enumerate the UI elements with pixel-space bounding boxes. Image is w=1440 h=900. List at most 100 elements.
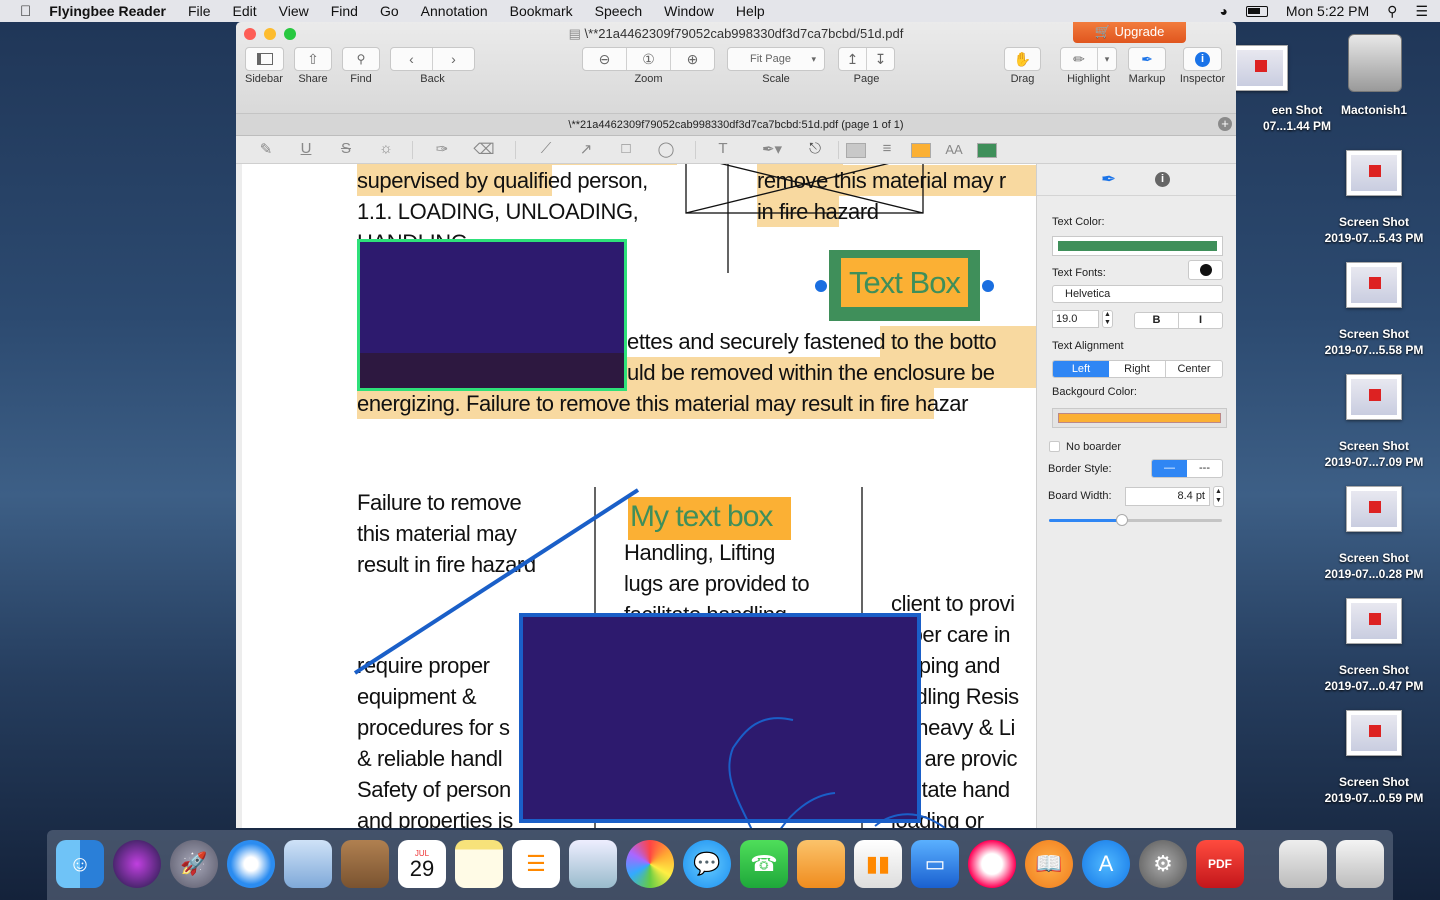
screenshot-file-icon[interactable] (1346, 150, 1402, 196)
highlight-menu-button[interactable]: ▾ (1098, 48, 1116, 70)
slider-knob[interactable] (1115, 514, 1128, 526)
back-button[interactable]: ‹ (391, 48, 433, 70)
tab-info-icon[interactable]: i (1155, 172, 1170, 187)
bold-button[interactable]: B (1135, 313, 1179, 328)
clock[interactable]: Mon 5:22 PM (1286, 3, 1369, 19)
stamp-icon[interactable]: ⎋ (804, 140, 826, 157)
dock-finder-icon[interactable]: ☺ (56, 840, 104, 888)
screenshot-file-label[interactable]: Screen Shot 2019-07...7.09 PM (1304, 438, 1440, 470)
hard-drive-icon[interactable] (1348, 34, 1402, 92)
background-color-well[interactable] (1052, 408, 1227, 428)
screenshot-file-label[interactable]: Screen Shot 2019-07...5.43 PM (1304, 214, 1440, 246)
dock-ibooks-icon[interactable]: 📖 (1025, 840, 1073, 888)
battery-icon[interactable] (1245, 5, 1268, 17)
menu-app[interactable]: Flyingbee Reader (49, 3, 166, 19)
dock-system-preferences-icon[interactable]: ⚙ (1139, 840, 1187, 888)
screenshot-file-icon[interactable] (1346, 262, 1402, 308)
dashed-border-button[interactable]: --- (1187, 460, 1222, 477)
ellipse-icon[interactable]: ◯ (655, 140, 677, 158)
previous-page-button[interactable]: ↥ (839, 48, 867, 70)
font-size-stepper[interactable]: ▲ ▼ (1102, 310, 1113, 328)
document-view[interactable]: RECOMMENDATIONS Resistorssupervised by q… (236, 164, 1036, 828)
actual-size-button[interactable]: ① (627, 48, 671, 70)
no-border-checkbox[interactable] (1049, 441, 1060, 452)
screenshot-file-label[interactable]: Screen Shot 2019-07...0.47 PM (1304, 662, 1440, 694)
dock-keynote-icon[interactable]: ▭ (911, 840, 959, 888)
dock-calendar-icon[interactable]: JUL 29 (398, 840, 446, 888)
wifi-icon[interactable]: ◕ (1219, 3, 1227, 19)
drive-label[interactable]: Mactonish1 (1304, 102, 1440, 118)
dock-preview-icon[interactable] (569, 840, 617, 888)
notification-center-icon[interactable]: ☰ (1415, 3, 1428, 20)
screenshot-file-label[interactable]: Screen Shot 2019-07...5.58 PM (1304, 326, 1440, 358)
tab-properties-brush-icon[interactable]: ✒ (1101, 169, 1116, 190)
font-size-field[interactable]: 19.0 (1052, 310, 1099, 328)
align-center-button[interactable]: Center (1166, 361, 1222, 377)
underline-icon[interactable]: U (295, 140, 317, 157)
text-tool-icon[interactable]: T (712, 140, 734, 157)
border-width-slider[interactable] (1049, 514, 1222, 526)
dock-pages-icon[interactable] (797, 840, 845, 888)
freehand-icon[interactable]: ✑ (431, 140, 453, 158)
sidebar-button[interactable] (245, 47, 284, 71)
menu-bookmark[interactable]: Bookmark (510, 3, 573, 19)
menu-window[interactable]: Window (664, 3, 714, 19)
dock-messages-icon[interactable]: 💬 (683, 840, 731, 888)
menu-go[interactable]: Go (380, 3, 399, 19)
background-color-swatch[interactable] (911, 143, 931, 158)
menu-find[interactable]: Find (331, 3, 358, 19)
menu-view[interactable]: View (279, 3, 309, 19)
highlight-button[interactable]: ✏ (1061, 48, 1098, 70)
forward-button[interactable]: › (433, 48, 474, 70)
align-right-button[interactable]: Right (1109, 361, 1166, 377)
dock-facetime-icon[interactable]: ☎ (740, 840, 788, 888)
line-icon[interactable]: ⟋ (535, 140, 557, 157)
dock-siri-icon[interactable] (113, 840, 161, 888)
menu-help[interactable]: Help (736, 3, 765, 19)
dock-flyingbee-pdf-icon[interactable]: PDF (1196, 840, 1244, 888)
dock-safari-icon[interactable]: ✧ (227, 840, 275, 888)
text-color-well[interactable] (1052, 236, 1223, 256)
menu-file[interactable]: File (188, 3, 211, 19)
screenshot-file-label[interactable]: Screen Shot 2019-07...0.59 PM (1304, 774, 1440, 806)
arrow-icon[interactable]: ↗ (575, 140, 597, 158)
find-button[interactable]: ⚲ (342, 47, 380, 71)
dock-launchpad-icon[interactable]: 🚀 (170, 840, 218, 888)
solid-border-button[interactable]: — (1152, 460, 1187, 477)
add-tab-button[interactable]: + (1218, 117, 1232, 131)
dock-trash-icon[interactable] (1336, 840, 1384, 888)
screenshot-thumbnail[interactable] (1232, 45, 1288, 91)
drag-button[interactable]: ✋ (1004, 47, 1041, 71)
screenshot-file-label[interactable]: Screen Shot 2019-07...0.28 PM (1304, 550, 1440, 582)
menu-annotation[interactable]: Annotation (421, 3, 488, 19)
eraser-icon[interactable]: ⌫ (473, 140, 495, 158)
dock-numbers-icon[interactable]: ▮▮ (854, 840, 902, 888)
upgrade-button[interactable]: 🛒 Upgrade (1073, 22, 1186, 43)
dock-reminders-icon[interactable]: ☰ (512, 840, 560, 888)
apple-menu-icon[interactable]:  (20, 3, 31, 20)
text-color-swatch[interactable] (977, 143, 997, 158)
dock-downloads-icon[interactable] (1279, 840, 1327, 888)
line-width-icon[interactable]: ≡ (876, 140, 898, 157)
screenshot-file-icon[interactable] (1346, 486, 1402, 532)
font-picker-button[interactable] (1188, 260, 1223, 280)
align-left-button[interactable]: Left (1053, 361, 1109, 377)
pdf-page[interactable]: RECOMMENDATIONS Resistorssupervised by q… (242, 164, 1036, 828)
menu-edit[interactable]: Edit (233, 3, 257, 19)
screenshot-file-icon[interactable] (1346, 598, 1402, 644)
screenshot-file-icon[interactable] (1346, 374, 1402, 420)
inspector-button[interactable]: i (1183, 47, 1222, 71)
border-width-field[interactable]: 8.4 pt (1125, 487, 1210, 506)
note-icon[interactable]: ☼ (375, 140, 397, 157)
scale-select[interactable]: Fit Page ▾ (727, 47, 825, 71)
screenshot-file-icon[interactable] (1346, 710, 1402, 756)
highlight-pen-icon[interactable]: ✎ (255, 140, 277, 158)
ink-stroke[interactable] (780, 792, 836, 828)
ink-stroke[interactable] (728, 717, 794, 828)
share-button[interactable]: ⇧ (294, 47, 332, 71)
dock-photos-icon[interactable] (626, 840, 674, 888)
rectangle-icon[interactable]: □ (615, 140, 637, 157)
line-annotation[interactable] (353, 488, 640, 675)
menu-speech[interactable]: Speech (595, 3, 642, 19)
dock-app-store-icon[interactable]: A (1082, 840, 1130, 888)
